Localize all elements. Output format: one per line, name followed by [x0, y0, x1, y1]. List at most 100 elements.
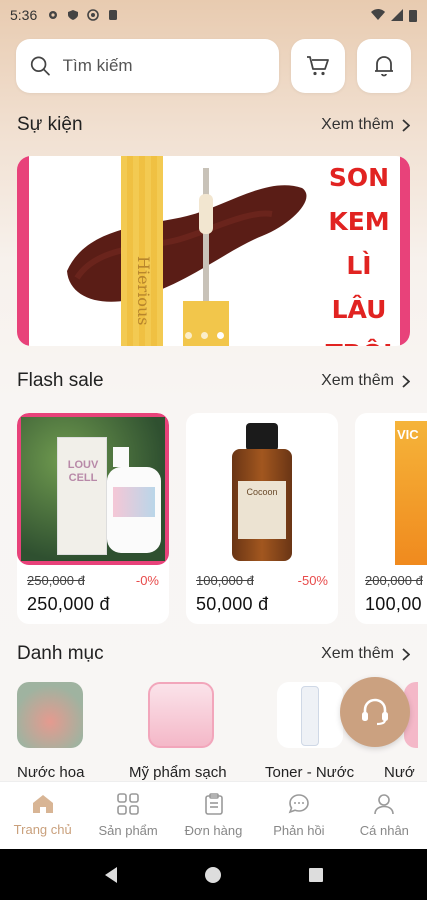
notification-button[interactable] — [357, 39, 411, 93]
nav-label: Trang chủ — [13, 822, 72, 837]
carousel-dot[interactable] — [233, 332, 240, 339]
category-image — [148, 682, 214, 748]
product-card[interactable]: LOUV CELL 250,000 đ -0% 250,000 đ — [17, 413, 169, 624]
carousel-dots — [185, 332, 240, 339]
banner-line: TRÔI — [303, 332, 410, 346]
category-label: Mỹ phẩm sạch — [129, 764, 227, 781]
system-nav-bar — [0, 849, 427, 900]
discount-badge: -0% — [135, 573, 159, 588]
wand-tip — [199, 194, 213, 234]
product-card[interactable]: Cocoon 100,000 đ -50% 50,000 đ — [186, 413, 338, 624]
banner-edge — [17, 156, 29, 346]
grid-icon — [117, 793, 139, 815]
lipstick-swatch-image — [67, 185, 307, 302]
bottom-nav: Trang chủ Sản phẩm Đơn hàng Phản hồi Cá … — [0, 781, 427, 849]
nav-label: Cá nhân — [359, 823, 409, 838]
clipboard-icon — [204, 793, 223, 815]
carousel-dot[interactable] — [185, 332, 192, 339]
storage-icon — [109, 10, 118, 20]
category-label: Nướ — [384, 764, 415, 781]
lipstick-tube: Hierious — [121, 156, 163, 346]
nav-home[interactable]: Trang chủ — [0, 782, 85, 849]
status-time: 5:36 — [10, 7, 38, 23]
nav-orders[interactable]: Đơn hàng — [171, 782, 256, 849]
nav-profile[interactable]: Cá nhân — [342, 782, 427, 849]
nav-products[interactable]: Sản phẩm — [85, 782, 170, 849]
flash-sale-header: Flash sale Xem thêm — [17, 370, 410, 392]
wand-cap — [183, 301, 229, 346]
flash-sale-list: LOUV CELL 250,000 đ -0% 250,000 đ Cocoon… — [17, 413, 427, 624]
events-title: Sự kiện — [17, 114, 83, 135]
home-circle-icon[interactable] — [204, 866, 222, 884]
categories-see-more-label: Xem thêm — [321, 645, 394, 662]
nav-label: Đơn hàng — [184, 823, 243, 838]
nav-feedback[interactable]: Phản hồi — [256, 782, 341, 849]
categories-see-more[interactable]: Xem thêm — [321, 645, 410, 663]
discount-badge: -50% — [297, 573, 328, 588]
support-button[interactable] — [340, 677, 410, 747]
sale-price: 100,00 — [365, 594, 422, 614]
category-label: Toner - Nước — [265, 764, 355, 781]
recents-icon[interactable] — [308, 867, 324, 883]
carousel-dot[interactable] — [201, 332, 208, 339]
search-input[interactable] — [62, 56, 265, 76]
user-icon — [374, 794, 395, 815]
back-icon[interactable] — [103, 866, 119, 884]
category-label: Nước hoa — [17, 764, 85, 781]
banner-line: LÂU — [331, 295, 387, 324]
cart-icon — [307, 56, 329, 76]
old-price: 200,000 đ — [365, 573, 423, 588]
signal-icon — [391, 9, 403, 21]
sale-price: 250,000 đ — [27, 594, 110, 614]
categories-title: Danh mục — [17, 643, 104, 664]
bell-icon — [375, 56, 393, 77]
chevron-right-icon — [402, 374, 410, 388]
product-brand: VIC — [397, 427, 419, 442]
category-item[interactable]: Mỹ phẩm sạch — [129, 682, 275, 781]
old-price: 100,000 đ — [196, 573, 254, 588]
lipstick-brand: Hierious — [134, 256, 153, 326]
chat-icon — [288, 794, 309, 814]
flash-sale-title: Flash sale — [17, 370, 104, 391]
events-header: Sự kiện Xem thêm — [17, 114, 410, 136]
search-box[interactable] — [16, 39, 279, 93]
events-see-more[interactable]: Xem thêm — [321, 116, 410, 134]
banner-line: SON — [328, 163, 390, 192]
product-prices: 250,000 đ -0% 250,000 đ — [27, 573, 159, 615]
sale-price: 50,000 đ — [196, 594, 269, 614]
category-item[interactable]: Nướ — [384, 682, 427, 781]
chevron-right-icon — [402, 118, 410, 132]
shield-icon — [68, 10, 79, 20]
at-icon — [87, 9, 100, 21]
banner-line: KEM — [328, 207, 390, 236]
product-brand: Cocoon — [246, 487, 278, 497]
status-bar: 5:36 — [0, 0, 427, 30]
category-item[interactable]: Nước hoa — [17, 682, 146, 781]
carousel-dot[interactable] — [217, 332, 224, 339]
flash-sale-see-more[interactable]: Xem thêm — [321, 372, 410, 390]
cart-button[interactable] — [291, 39, 345, 93]
product-brand: LOUV CELL — [67, 459, 99, 484]
battery-icon — [409, 9, 417, 22]
product-image: VIC — [355, 413, 427, 565]
settings-icon — [49, 11, 58, 19]
product-card[interactable]: VIC 200,000 đ 100,00 — [355, 413, 427, 624]
event-banner[interactable]: Hierious SON KEM LÌ LÂU TRÔI — [17, 156, 410, 346]
chevron-right-icon — [402, 647, 410, 661]
home-icon — [32, 795, 53, 813]
banner-line: LÌ — [346, 251, 372, 280]
product-prices: 200,000 đ 100,00 — [365, 573, 425, 615]
old-price: 250,000 đ — [27, 573, 85, 588]
search-icon — [30, 56, 50, 76]
events-see-more-label: Xem thêm — [321, 116, 394, 133]
nav-label: Sản phẩm — [98, 823, 158, 838]
headset-icon — [362, 698, 388, 726]
wifi-icon — [371, 9, 385, 20]
wand-stick — [203, 168, 209, 308]
top-bar — [16, 39, 411, 93]
category-image — [17, 682, 83, 748]
categories-header: Danh mục Xem thêm — [17, 643, 410, 665]
product-prices: 100,000 đ -50% 50,000 đ — [196, 573, 328, 615]
flash-sale-see-more-label: Xem thêm — [321, 372, 394, 389]
banner-headline: SON KEM LÌ LÂU TRÔI — [303, 156, 410, 346]
